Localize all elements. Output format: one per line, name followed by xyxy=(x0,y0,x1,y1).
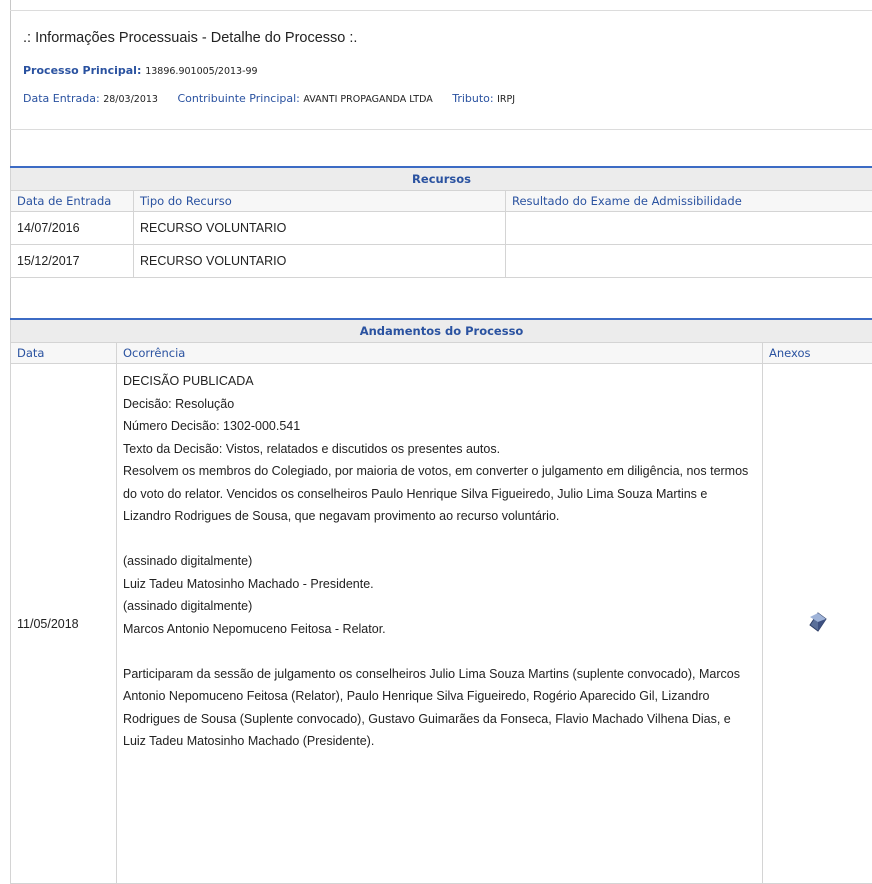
andamentos-table: Andamentos do Processo Data Ocorrência A… xyxy=(10,318,872,884)
contribuinte-label: Contribuinte Principal: xyxy=(177,92,299,105)
recurso-data: 15/12/2017 xyxy=(11,245,134,278)
data-entrada-value: 28/03/2013 xyxy=(103,94,158,105)
recurso-tipo: RECURSO VOLUNTARIO xyxy=(134,245,506,278)
data-entrada-label: Data Entrada: xyxy=(23,92,100,105)
recurso-resultado xyxy=(506,245,872,278)
document-attachment-icon[interactable] xyxy=(809,612,827,635)
andamento-ocorrencia: DECISÃO PUBLICADA Decisão: Resolução Núm… xyxy=(117,364,763,884)
tributo-label: Tributo: xyxy=(452,92,493,105)
recurso-tipo: RECURSO VOLUNTARIO xyxy=(134,212,506,245)
process-header: .: Informações Processuais - Detalhe do … xyxy=(10,10,872,130)
col-resultado: Resultado do Exame de Admissibilidade xyxy=(506,191,872,212)
processo-principal: Processo Principal: 13896.901005/2013-99 xyxy=(23,64,258,77)
table-row: 14/07/2016 RECURSO VOLUNTARIO xyxy=(11,212,872,245)
andamentos-title: Andamentos do Processo xyxy=(11,319,872,343)
col-tipo-recurso: Tipo do Recurso xyxy=(134,191,506,212)
table-row: 15/12/2017 RECURSO VOLUNTARIO xyxy=(11,245,872,278)
processo-label: Processo Principal: xyxy=(23,64,141,77)
recurso-data: 14/07/2016 xyxy=(11,212,134,245)
col-data: Data xyxy=(11,343,117,364)
andamento-data: 11/05/2018 xyxy=(11,364,117,884)
recurso-resultado xyxy=(506,212,872,245)
col-anexos: Anexos xyxy=(763,343,872,364)
recursos-table: Recursos Data de Entrada Tipo do Recurso… xyxy=(10,166,872,278)
process-meta: Data Entrada: 28/03/2013 Contribuinte Pr… xyxy=(23,92,531,105)
contribuinte-value: AVANTI PROPAGANDA LTDA xyxy=(303,94,432,105)
processo-value: 13896.901005/2013-99 xyxy=(145,66,257,77)
recursos-title: Recursos xyxy=(11,167,872,191)
table-row: 11/05/2018 DECISÃO PUBLICADA Decisão: Re… xyxy=(11,364,872,884)
andamento-anexos xyxy=(763,364,872,884)
tributo-value: IRPJ xyxy=(497,94,515,105)
col-ocorrencia: Ocorrência xyxy=(117,343,763,364)
col-data-entrada: Data de Entrada xyxy=(11,191,134,212)
page-title: .: Informações Processuais - Detalhe do … xyxy=(23,30,357,46)
